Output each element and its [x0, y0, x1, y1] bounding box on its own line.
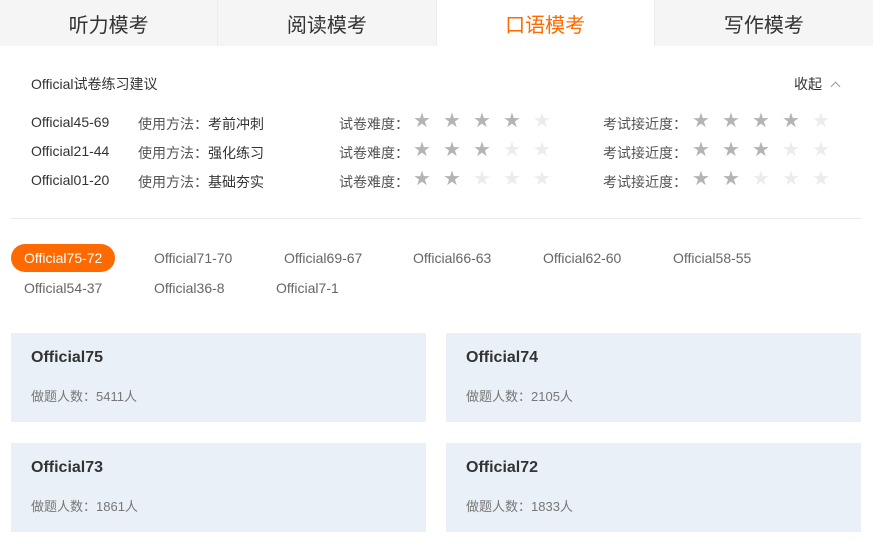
tab-speaking[interactable]: 口语模考 — [436, 0, 655, 46]
advice-set-name: Official01-20 — [31, 172, 110, 188]
star-filled-icon: ★ — [722, 168, 740, 190]
closeness-rating: ★ ★ ★ ★ ★ — [691, 140, 841, 160]
exam-card[interactable]: Official73 做题人数：1861人 — [11, 443, 426, 532]
exam-card-participants: 做题人数：1861人 — [31, 499, 138, 514]
star-filled-icon: ★ — [413, 110, 431, 132]
star-empty-icon: ★ — [752, 168, 770, 190]
star-filled-icon: ★ — [692, 110, 710, 132]
star-filled-icon: ★ — [782, 110, 800, 132]
advice-row: Official01-20 使用方法：基础夯实 试卷难度： ★ ★ ★ ★ ★ 考试接近… — [0, 169, 873, 192]
difficulty-rating: ★ ★ ★ ★ ★ — [412, 169, 562, 189]
exam-card-participants: 做题人数：1833人 — [466, 499, 573, 514]
filter-official69-67[interactable]: Official69-67 — [284, 244, 362, 272]
difficulty-rating: ★ ★ ★ ★ ★ — [412, 140, 562, 160]
closeness-label: 考试接近度： — [603, 145, 687, 161]
star-empty-icon: ★ — [782, 168, 800, 190]
collapse-label: 收起 — [794, 76, 822, 92]
advice-row: Official45-69 使用方法：考前冲刺 试卷难度： ★ ★ ★ ★ ★ 考试接近… — [0, 111, 873, 134]
star-empty-icon: ★ — [533, 110, 551, 132]
divider — [11, 218, 861, 219]
star-filled-icon: ★ — [692, 168, 710, 190]
star-filled-icon: ★ — [473, 139, 491, 161]
star-filled-icon: ★ — [752, 139, 770, 161]
star-filled-icon: ★ — [443, 168, 461, 190]
collapse-toggle[interactable]: 收起 — [794, 74, 841, 94]
filter-official54-37[interactable]: Official54-37 — [24, 274, 102, 302]
exam-card[interactable]: Official72 做题人数：1833人 — [446, 443, 861, 532]
advice-row: Official21-44 使用方法：强化练习 试卷难度： ★ ★ ★ ★ ★ 考试接近… — [0, 140, 873, 163]
star-filled-icon: ★ — [413, 168, 431, 190]
difficulty-rating: ★ ★ ★ ★ ★ — [412, 111, 562, 131]
star-filled-icon: ★ — [473, 110, 491, 132]
advice-set-name: Official21-44 — [31, 143, 110, 159]
star-empty-icon: ★ — [533, 139, 551, 161]
difficulty-label: 试卷难度： — [339, 145, 409, 161]
filter-official66-63[interactable]: Official66-63 — [413, 244, 491, 272]
exam-card[interactable]: Official74 做题人数：2105人 — [446, 333, 861, 422]
star-empty-icon: ★ — [812, 168, 830, 190]
advice-set-name: Official45-69 — [31, 114, 110, 130]
filter-official62-60[interactable]: Official62-60 — [543, 244, 621, 272]
advice-method: 使用方法：强化练习 — [138, 145, 264, 161]
closeness-label: 考试接近度： — [603, 116, 687, 132]
closeness-label: 考试接近度： — [603, 174, 687, 190]
filter-official75-72[interactable]: Official75-72 — [11, 244, 116, 272]
exam-card-title: Official73 — [31, 459, 104, 476]
advice-title: Official试卷练习建议 — [31, 76, 158, 92]
filter-official36-8[interactable]: Official36-8 — [154, 274, 225, 302]
filter-official58-55[interactable]: Official58-55 — [673, 244, 751, 272]
star-empty-icon: ★ — [503, 139, 521, 161]
star-filled-icon: ★ — [443, 139, 461, 161]
star-empty-icon: ★ — [782, 139, 800, 161]
star-filled-icon: ★ — [692, 139, 710, 161]
closeness-rating: ★ ★ ★ ★ ★ — [691, 169, 841, 189]
star-filled-icon: ★ — [722, 139, 740, 161]
star-filled-icon: ★ — [443, 110, 461, 132]
filter-official7-1[interactable]: Official7-1 — [276, 274, 339, 302]
tab-listening[interactable]: 听力模考 — [0, 0, 219, 46]
exam-card-title: Official74 — [466, 349, 539, 366]
advice-method: 使用方法：基础夯实 — [138, 174, 264, 190]
filter-official71-70[interactable]: Official71-70 — [154, 244, 232, 272]
star-filled-icon: ★ — [413, 139, 431, 161]
exam-card-title: Official75 — [31, 349, 104, 366]
tab-reading[interactable]: 阅读模考 — [218, 0, 437, 46]
star-filled-icon: ★ — [503, 110, 521, 132]
mock-exam-tabs: 听力模考 阅读模考 口语模考 写作模考 — [0, 0, 873, 46]
chevron-up-icon — [830, 81, 841, 91]
difficulty-label: 试卷难度： — [339, 116, 409, 132]
advice-method: 使用方法：考前冲刺 — [138, 116, 264, 132]
star-empty-icon: ★ — [533, 168, 551, 190]
exam-card-participants: 做题人数：5411人 — [31, 389, 137, 404]
star-filled-icon: ★ — [752, 110, 770, 132]
star-empty-icon: ★ — [812, 110, 830, 132]
difficulty-label: 试卷难度： — [339, 174, 409, 190]
tab-writing[interactable]: 写作模考 — [655, 0, 873, 46]
star-filled-icon: ★ — [722, 110, 740, 132]
closeness-rating: ★ ★ ★ ★ ★ — [691, 111, 841, 131]
star-empty-icon: ★ — [503, 168, 521, 190]
exam-card-title: Official72 — [466, 459, 539, 476]
star-empty-icon: ★ — [473, 168, 491, 190]
exam-card[interactable]: Official75 做题人数：5411人 — [11, 333, 426, 422]
exam-card-participants: 做题人数：2105人 — [466, 389, 573, 404]
star-empty-icon: ★ — [812, 139, 830, 161]
